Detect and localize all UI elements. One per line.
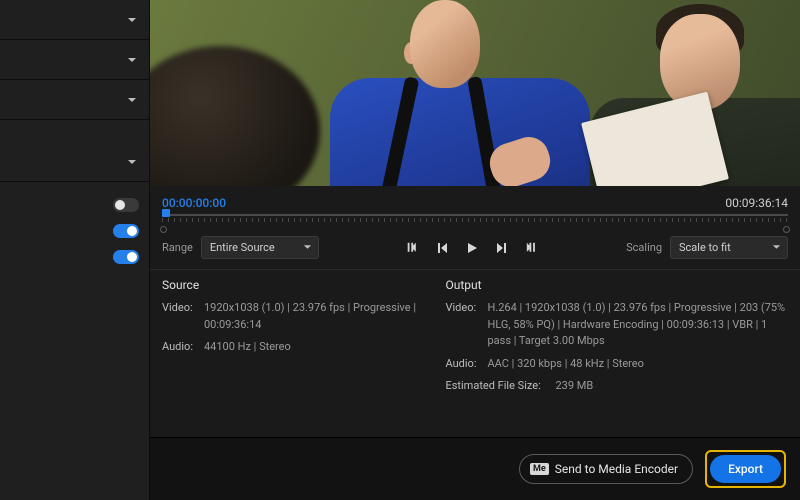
chevron-down-icon [127,95,137,105]
source-audio-val: 44100 Hz | Stereo [204,339,425,356]
chevron-down-icon [127,157,137,167]
sidebar-toggle-3-row [0,244,149,270]
toggle-switch-on[interactable] [113,250,139,264]
in-point-handle[interactable] [160,226,167,233]
output-audio-key: Audio: [445,356,487,373]
controls-row: Range Entire Source Scaling Scale to fit [150,230,800,269]
settings-sidebar [0,0,150,500]
sidebar-section-4[interactable] [0,142,149,182]
toggle-switch-on[interactable] [113,224,139,238]
video-preview[interactable] [150,0,800,186]
output-video-val: H.264 | 1920x1038 (1.0) | 23.976 fps | P… [487,300,788,350]
range-value: Entire Source [210,241,275,254]
source-summary: Source Video: 1920x1038 (1.0) | 23.976 f… [162,278,425,401]
output-title: Output [445,278,788,292]
output-video-key: Video: [445,300,487,350]
scaling-value: Scale to fit [679,241,731,254]
scaling-label: Scaling [626,241,662,254]
source-video-key: Video: [162,300,204,333]
chevron-down-icon [772,241,781,254]
send-to-media-encoder-button[interactable]: Me Send to Media Encoder [519,454,693,484]
export-highlight: Export [705,450,786,488]
estimated-size-val: 239 MB [555,378,788,395]
source-audio-key: Audio: [162,339,204,356]
chevron-down-icon [127,55,137,65]
export-settings-panel: 00:00:00:00 00:09:36:14 Range Entire Sou… [0,0,800,500]
footer-bar: Me Send to Media Encoder Export [150,437,800,500]
send-label: Send to Media Encoder [555,462,678,476]
sidebar-toggle-2-row [0,218,149,244]
sidebar-section-3[interactable] [0,80,149,120]
chevron-down-icon [303,241,312,254]
playhead[interactable] [162,209,170,217]
range-label: Range [162,241,193,254]
main-area: 00:00:00:00 00:09:36:14 Range Entire Sou… [150,0,800,500]
sidebar-section-2[interactable] [0,40,149,80]
source-video-val: 1920x1038 (1.0) | 23.976 fps | Progressi… [204,300,425,333]
preview-frame [150,0,800,186]
summary-section: Source Video: 1920x1038 (1.0) | 23.976 f… [150,269,800,413]
range-select[interactable]: Entire Source [201,236,319,259]
source-title: Source [162,278,425,292]
media-encoder-icon: Me [530,463,549,475]
toggle-switch-off[interactable] [113,198,139,212]
step-forward-button[interactable] [494,240,510,256]
mark-in-button[interactable] [404,240,420,256]
step-back-button[interactable] [434,240,450,256]
in-timecode[interactable]: 00:00:00:00 [162,196,226,210]
estimated-size-key: Estimated File Size: [445,378,555,395]
timeline-track[interactable] [162,212,788,222]
sidebar-section-1[interactable] [0,0,149,40]
out-timecode[interactable]: 00:09:36:14 [725,196,788,210]
output-summary: Output Video: H.264 | 1920x1038 (1.0) | … [445,278,788,401]
timeline: 00:00:00:00 00:09:36:14 [150,192,800,230]
play-button[interactable] [464,240,480,256]
sidebar-toggle-1-row [0,192,149,218]
chevron-down-icon [127,15,137,25]
out-point-handle[interactable] [783,226,790,233]
export-button[interactable]: Export [710,455,781,483]
scaling-select[interactable]: Scale to fit [670,236,788,259]
output-audio-val: AAC | 320 kbps | 48 kHz | Stereo [487,356,788,373]
mark-out-button[interactable] [524,240,540,256]
transport-controls [327,240,618,256]
